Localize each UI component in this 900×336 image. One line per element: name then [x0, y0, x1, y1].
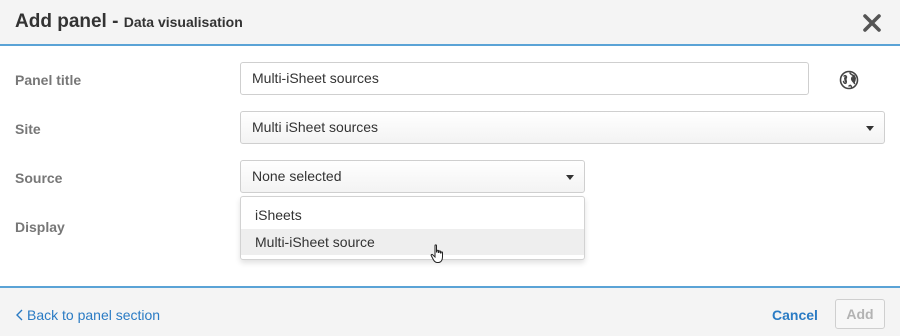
site-select-value: Multi iSheet sources	[252, 119, 379, 135]
add-button[interactable]: Add	[835, 299, 885, 329]
chevron-down-icon	[866, 126, 874, 131]
dropdown-option-multi-isheet-source[interactable]: Multi-iSheet source	[241, 229, 584, 255]
display-label: Display	[15, 219, 65, 235]
source-select-value: None selected	[252, 168, 342, 184]
back-to-panel-section-link[interactable]: Back to panel section	[15, 307, 160, 323]
cancel-button[interactable]: Cancel	[772, 307, 818, 323]
site-label: Site	[15, 121, 41, 137]
dialog-title: Add panel - Data visualisation	[15, 11, 243, 33]
source-dropdown-menu: iSheets Multi-iSheet source	[240, 196, 585, 260]
source-label: Source	[15, 170, 63, 186]
chevron-left-icon	[16, 309, 23, 321]
chevron-down-icon	[566, 175, 574, 180]
hand-cursor-icon	[430, 244, 443, 263]
back-link-label: Back to panel section	[27, 307, 161, 323]
globe-icon[interactable]	[839, 70, 859, 90]
dialog-footer: Back to panel section Cancel Add	[0, 286, 900, 336]
dialog-header: Add panel - Data visualisation	[0, 0, 900, 46]
dialog-title-separator: -	[112, 11, 119, 32]
dropdown-option-isheets[interactable]: iSheets	[241, 202, 584, 228]
site-select[interactable]: Multi iSheet sources	[240, 111, 885, 144]
dialog-subtitle: Data visualisation	[123, 14, 243, 30]
close-icon[interactable]	[862, 13, 882, 33]
panel-title-label: Panel title	[15, 72, 82, 88]
panel-title-input[interactable]: Multi-iSheet sources	[240, 62, 809, 95]
source-select[interactable]: None selected	[240, 160, 585, 193]
dialog-title-main: Add panel	[15, 11, 107, 32]
